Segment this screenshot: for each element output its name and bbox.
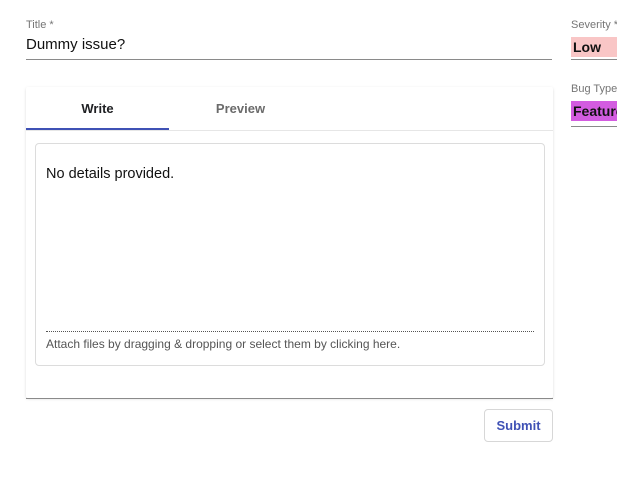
tab-write[interactable]: Write [26, 101, 169, 117]
bug-type-underline [571, 126, 617, 127]
tab-indicator [26, 128, 169, 130]
tabs-divider [26, 130, 553, 131]
severity-label: Severity * [571, 19, 617, 31]
submit-button[interactable]: Submit [484, 409, 553, 442]
bug-type-label: Bug Type [571, 83, 617, 95]
title-underline [26, 59, 552, 60]
description-text: No details provided. [46, 166, 175, 182]
bug-type-select[interactable]: Feature [571, 101, 617, 121]
tab-preview[interactable]: Preview [169, 101, 312, 117]
severity-underline [571, 59, 617, 60]
attach-files-link[interactable]: Attach files by dragging & dropping or s… [46, 337, 400, 351]
title-label: Title * [26, 19, 54, 31]
severity-select[interactable]: Low [571, 37, 617, 57]
attach-divider [46, 331, 534, 332]
editor-underline [26, 398, 553, 399]
title-input[interactable]: Dummy issue? [26, 36, 125, 54]
